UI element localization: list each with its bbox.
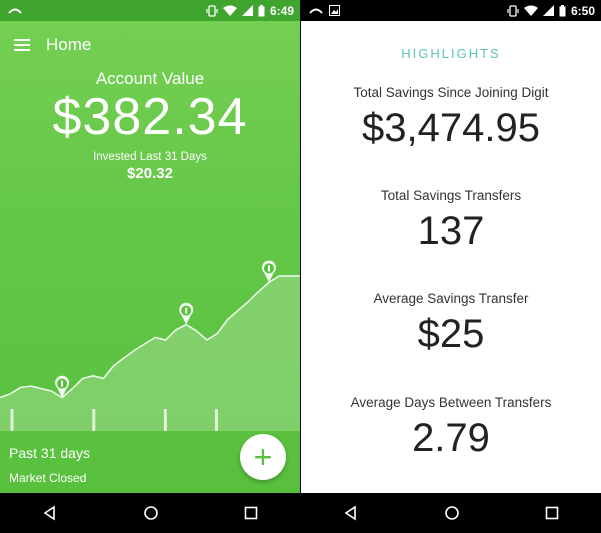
add-button[interactable]: + <box>240 434 286 480</box>
invested-value: $20.32 <box>127 165 173 182</box>
signal-icon <box>542 5 554 16</box>
market-status: Market Closed <box>9 471 87 485</box>
stat-total-savings: Total Savings Since Joining Digit $3,474… <box>301 85 601 151</box>
chart-tick <box>163 409 167 431</box>
stat-average-transfer: Average Savings Transfer $25 <box>301 291 601 357</box>
chart-tick <box>214 409 218 431</box>
stat-label: Total Savings Since Joining Digit <box>353 85 549 100</box>
dollar-pin-icon[interactable] <box>179 302 194 325</box>
stat-value: 137 <box>417 209 485 253</box>
status-bar: 6:49 <box>0 0 300 21</box>
back-icon[interactable] <box>343 505 359 521</box>
invested-label: Invested Last 31 Days <box>93 151 207 163</box>
account-value: $382.34 <box>52 88 248 146</box>
account-value-label: Account Value <box>95 69 205 88</box>
vibrate-icon <box>206 4 218 17</box>
battery-icon <box>559 4 566 16</box>
stat-value: $25 <box>417 312 485 356</box>
battery-icon <box>258 4 265 16</box>
home-screen: 6:49 Home Account Value $382.34 Invested… <box>0 0 300 533</box>
wifi-icon <box>523 5 538 16</box>
wifi-icon <box>222 5 237 16</box>
savings-chart <box>0 260 300 431</box>
stat-average-days: Average Days Between Transfers 2.79 <box>301 395 601 461</box>
vibrate-icon <box>507 4 519 17</box>
plus-icon: + <box>253 439 273 475</box>
highlights-title: HIGHLIGHTS <box>401 46 501 61</box>
account-panel: Home Account Value $382.34 Invested Last… <box>0 21 300 493</box>
stat-value: 2.79 <box>412 416 490 460</box>
period-label: Past 31 days <box>9 445 90 461</box>
stat-total-transfers: Total Savings Transfers 137 <box>301 188 601 254</box>
chart-area-fill <box>0 276 300 431</box>
home-icon[interactable] <box>143 505 159 521</box>
chart-tick <box>10 409 14 431</box>
nav-bar <box>0 493 300 533</box>
page-title: Home <box>46 35 92 54</box>
notification-icon <box>8 8 22 14</box>
chart-tick <box>92 409 96 431</box>
stat-label: Total Savings Transfers <box>380 188 522 203</box>
back-icon[interactable] <box>42 505 58 521</box>
highlights-screen: 6:50 HIGHLIGHTS Total Savings Since Join… <box>301 0 601 533</box>
nav-bar <box>301 493 601 533</box>
notification-icon <box>309 8 323 14</box>
status-time: 6:49 <box>269 3 294 18</box>
recents-icon[interactable] <box>244 506 258 520</box>
recents-icon[interactable] <box>545 506 559 520</box>
stat-value: $3,474.95 <box>362 106 540 150</box>
status-bar: 6:50 <box>301 0 601 21</box>
image-icon <box>329 5 340 16</box>
status-time: 6:50 <box>570 3 595 18</box>
signal-icon <box>241 5 253 16</box>
highlights-panel: HIGHLIGHTS Total Savings Since Joining D… <box>301 21 601 493</box>
home-icon[interactable] <box>444 505 460 521</box>
stat-label: Average Days Between Transfers <box>350 395 552 410</box>
stat-label: Average Savings Transfer <box>373 291 529 306</box>
menu-icon[interactable] <box>14 39 30 51</box>
